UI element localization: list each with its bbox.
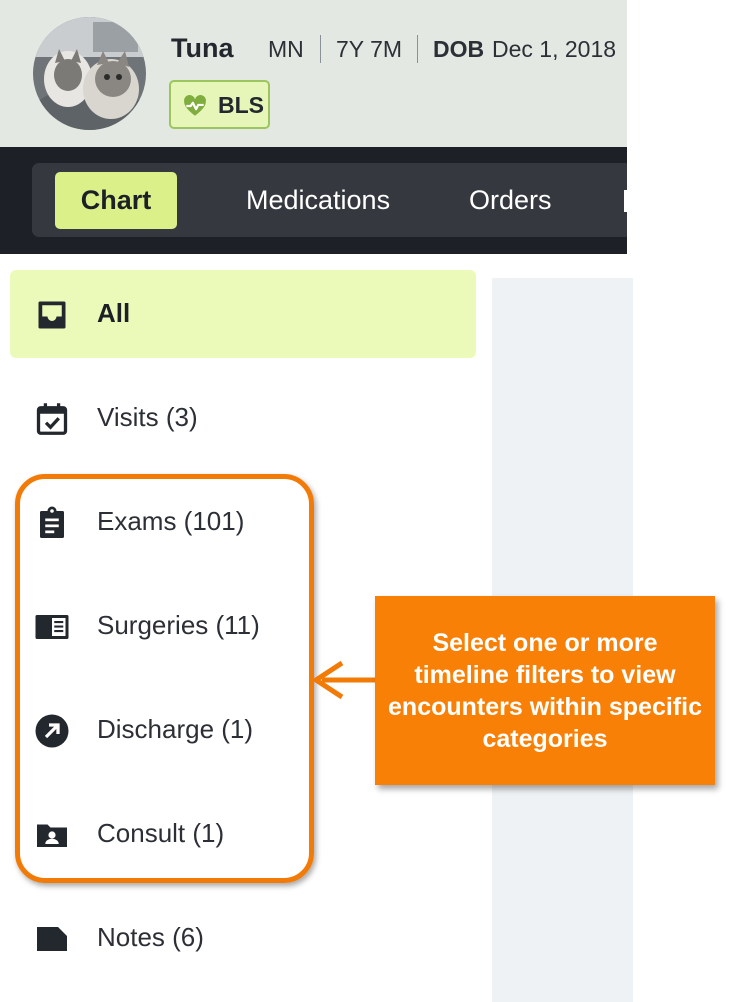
filter-notes[interactable]: Notes (6) [10,894,476,982]
filters-highlight [15,474,314,883]
tab-group: Chart Medications Orders [32,163,632,237]
bls-label: BLS [218,92,264,118]
filter-label: Notes (6) [97,922,204,952]
patient-avatar[interactable] [33,17,146,130]
filter-all[interactable]: All [10,270,476,358]
note-icon [37,927,67,951]
heart-pulse-icon [184,95,206,116]
callout-text: Select one or more timeline filters to v… [388,628,702,753]
filter-label: All [97,298,131,328]
inbox-icon [38,301,66,329]
meta-divider [320,35,321,63]
callout-box: Select one or more timeline filters to v… [375,596,715,785]
tab-medications[interactable]: Medications [246,172,390,229]
tab-orders[interactable]: Orders [469,172,552,229]
bls-badge[interactable]: BLS [169,80,270,129]
dob-label: DOB [433,36,485,62]
meta-divider [417,35,418,63]
calendar-check-icon [36,403,68,435]
nav-tab-bar: Chart Medications Orders [0,147,632,254]
dob-value: Dec 1, 2018 [492,36,617,62]
callout-arrow-icon [311,660,378,700]
tab-chart[interactable]: Chart [55,172,177,229]
window-edge [627,0,742,278]
patient-header: Tuna MN 7Y 7M DOB Dec 1, 2018 BLS [0,0,627,147]
patient-sex: MN [268,36,304,62]
filter-visits[interactable]: Visits (3) [10,374,476,462]
filter-label: Visits (3) [97,402,198,432]
patient-age: 7Y 7M [336,36,403,62]
patient-name: Tuna [171,33,234,63]
